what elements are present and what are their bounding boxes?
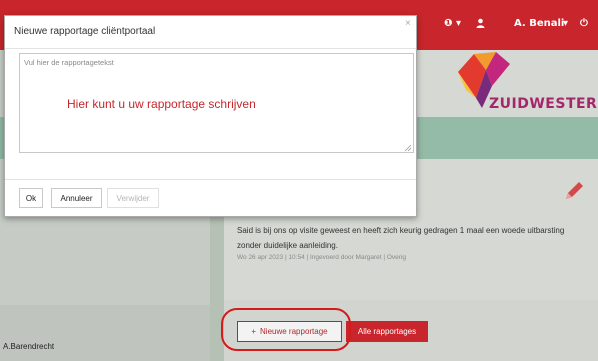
report-text: Said is bij ons op visite geweest en hee… bbox=[237, 226, 565, 250]
info-menu[interactable]: ❶ ▾ bbox=[444, 18, 461, 29]
report-meta: Wo 26 apr 2023 | 10:54 | Ingevoerd door … bbox=[237, 254, 406, 261]
dialog-header-divider bbox=[5, 48, 416, 49]
edit-pencil-icon[interactable] bbox=[563, 180, 585, 202]
patient-name: A.Barendrecht bbox=[3, 342, 55, 351]
dialog-title: Nieuwe rapportage cliëntportaal bbox=[14, 26, 156, 37]
close-icon[interactable]: × bbox=[405, 18, 411, 29]
resize-grip-icon[interactable] bbox=[404, 144, 412, 152]
highlight-circle bbox=[221, 308, 351, 351]
cancel-button[interactable]: Annuleer bbox=[51, 188, 102, 208]
instruction-hint: Hier kunt u uw rapportage schrijven bbox=[67, 97, 256, 111]
delete-button[interactable]: Verwijder bbox=[107, 188, 159, 208]
left-footer-area bbox=[0, 305, 216, 361]
chevron-down-icon[interactable]: ▾ bbox=[563, 18, 568, 29]
all-reports-button[interactable]: Alle rapportages bbox=[346, 321, 428, 342]
new-report-dialog: Nieuwe rapportage cliëntportaal × Hier k… bbox=[4, 15, 417, 217]
user-icon bbox=[476, 18, 485, 31]
zuidwester-logo-text: ZUIDWESTER bbox=[489, 96, 598, 112]
user-name[interactable]: A. Benali bbox=[514, 18, 564, 29]
power-icon[interactable]: ⏻ bbox=[580, 18, 588, 29]
dialog-footer-divider bbox=[5, 179, 416, 180]
ok-button[interactable]: Ok bbox=[19, 188, 43, 208]
